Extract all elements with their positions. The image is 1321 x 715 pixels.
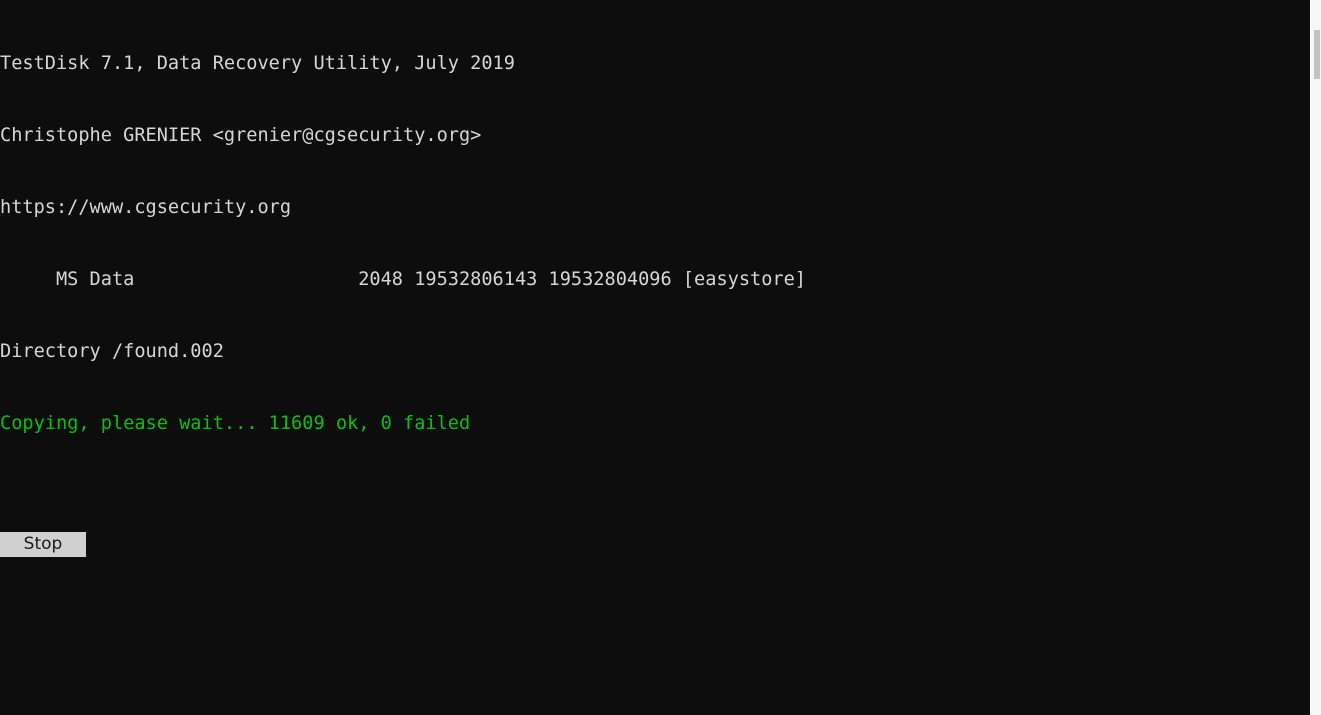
- terminal-screen: TestDisk 7.1, Data Recovery Utility, Jul…: [0, 0, 1310, 715]
- console-line-copy-status: Copying, please wait... 11609 ok, 0 fail…: [0, 413, 471, 434]
- console-output: TestDisk 7.1, Data Recovery Utility, Jul…: [0, 4, 1310, 484]
- vertical-scrollbar[interactable]: [1310, 0, 1321, 715]
- console-line-website: https://www.cgsecurity.org: [0, 197, 292, 218]
- stop-button[interactable]: Stop: [0, 532, 86, 557]
- console-line-app-title: TestDisk 7.1, Data Recovery Utility, Jul…: [0, 53, 515, 74]
- testdisk-window: TestDisk 7.1, Data Recovery Utility, Jul…: [0, 0, 1321, 715]
- console-line-author: Christophe GRENIER <grenier@cgsecurity.o…: [0, 125, 482, 146]
- console-line-partition-info: MS Data 2048 19532806143 19532804096 [ea…: [0, 269, 806, 290]
- scrollbar-thumb[interactable]: [1314, 30, 1320, 79]
- console-line-directory: Directory /found.002: [0, 341, 224, 362]
